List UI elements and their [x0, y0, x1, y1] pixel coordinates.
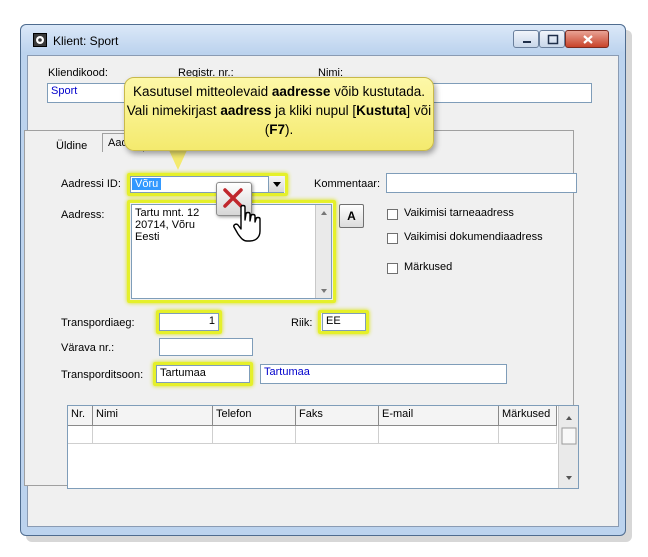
default-delivery-checkbox[interactable]: [387, 209, 398, 220]
gate-input[interactable]: [159, 338, 253, 356]
default-delivery-label: Vaikimisi tarneaadress: [404, 207, 514, 219]
comment-label: Kommentaar:: [314, 178, 381, 190]
highlight-address-id: [127, 173, 288, 196]
column-header-nr[interactable]: Nr.: [68, 406, 93, 426]
transport-days-label: Transpordiaeg:: [61, 317, 135, 329]
column-header-notes[interactable]: Märkused: [499, 406, 557, 426]
default-document-label: Vaikimisi dokumendiaadress: [404, 231, 543, 243]
tooltip-text: ).: [285, 122, 294, 137]
tooltip-text: Kasutusel mitteolevaid: [133, 84, 272, 99]
tooltip-bold: aadresse: [271, 84, 331, 99]
tooltip-pointer: [168, 148, 188, 170]
title-bar[interactable]: Klient: Sport: [21, 25, 625, 53]
notes-checkbox[interactable]: [387, 263, 398, 274]
close-icon: [583, 35, 593, 44]
contacts-table[interactable]: Nr. Nimi Telefon Faks E-mail Märkused: [67, 405, 579, 489]
maximize-button[interactable]: [539, 30, 565, 48]
table-cell[interactable]: [68, 426, 93, 444]
comment-input[interactable]: [386, 173, 577, 193]
default-document-checkbox[interactable]: [387, 233, 398, 244]
notes-label: Märkused: [404, 261, 453, 273]
highlight-country: [318, 310, 369, 334]
client-code-label: Kliendikood:: [48, 67, 108, 79]
address-a-button[interactable]: A: [339, 204, 364, 228]
table-cell[interactable]: [296, 426, 379, 444]
tooltip-bold: Kustuta: [356, 103, 407, 118]
window-title: Klient: Sport: [53, 34, 119, 48]
minimize-icon: [523, 41, 531, 43]
highlight-transport-zone: [153, 362, 253, 386]
column-header-fax[interactable]: Faks: [296, 406, 379, 426]
transport-zone-name-input[interactable]: Tartumaa: [260, 364, 507, 384]
help-tooltip: Kasutusel mitteolevaid aadresse võib kus…: [124, 77, 434, 151]
table-scrollbar[interactable]: [558, 406, 578, 488]
scroll-arrows-icon: [561, 416, 577, 480]
tooltip-bold: F7: [269, 122, 285, 137]
column-header-phone[interactable]: Telefon: [213, 406, 296, 426]
column-header-name[interactable]: Nimi: [93, 406, 213, 426]
address-id-label: Aadressi ID:: [61, 178, 121, 190]
table-cell[interactable]: [93, 426, 213, 444]
table-cell[interactable]: [213, 426, 296, 444]
table-cell[interactable]: [379, 426, 499, 444]
address-label: Aadress:: [61, 209, 105, 221]
transport-zone-label: Transporditsoon:: [61, 369, 144, 381]
country-label: Riik:: [291, 317, 313, 329]
tab-general[interactable]: Üldine: [56, 140, 87, 152]
column-header-email[interactable]: E-mail: [379, 406, 499, 426]
tooltip-text: ja kliki nupul [: [271, 103, 357, 118]
maximize-icon: [547, 34, 559, 45]
gate-label: Värava nr.:: [61, 342, 115, 354]
minimize-button[interactable]: [513, 30, 539, 48]
tooltip-bold: aadress: [220, 103, 272, 118]
highlight-transport-days: [156, 310, 222, 334]
table-cell[interactable]: [499, 426, 557, 444]
name-input[interactable]: [432, 83, 592, 103]
hand-cursor-icon: [233, 204, 261, 242]
close-button[interactable]: [565, 30, 609, 48]
gear-app-icon: [33, 33, 47, 47]
